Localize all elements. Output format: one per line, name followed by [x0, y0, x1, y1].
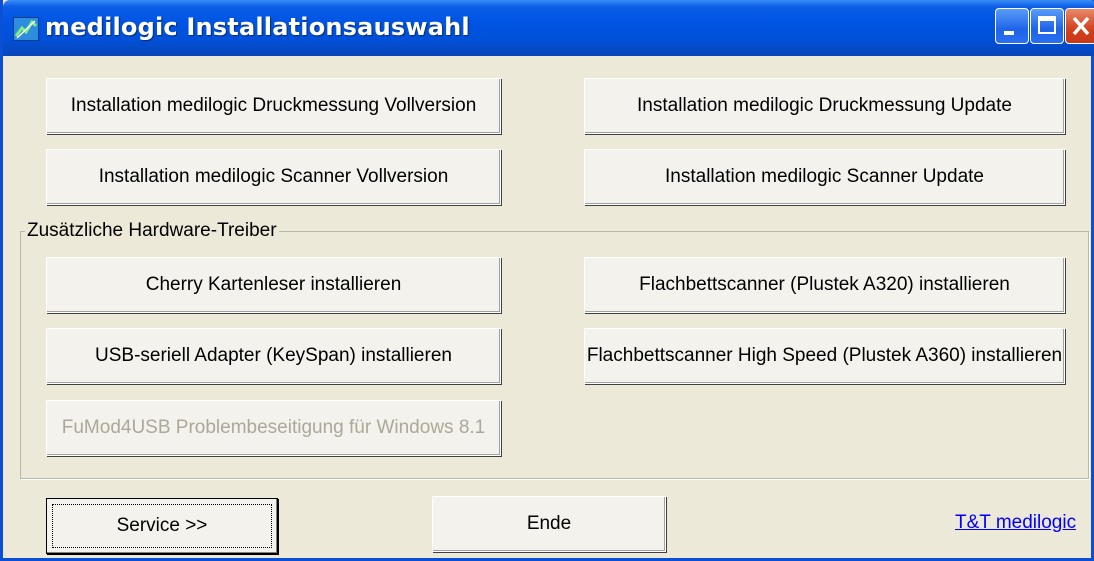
button-label: Installation medilogic Druckmessung Upda…	[637, 95, 1012, 116]
focus-ring	[52, 504, 272, 548]
group-label: Zusätzliche Hardware-Treiber	[25, 220, 279, 242]
title-bar[interactable]: medilogic Installationsauswahl	[3, 0, 1094, 56]
install-scanner-update-button[interactable]: Installation medilogic Scanner Update	[584, 149, 1065, 205]
button-label: Flachbettscanner (Plustek A320) installi…	[639, 274, 1010, 295]
installer-window: medilogic Installationsauswahl Installat…	[0, 0, 1094, 561]
minimize-button[interactable]	[995, 8, 1029, 44]
button-label: Installation medilogic Druckmessung Voll…	[70, 95, 477, 116]
install-druckmessung-full-button[interactable]: Installation medilogic Druckmessung Voll…	[46, 78, 501, 134]
button-label: Ende	[526, 513, 572, 534]
button-label: Installation medilogic Scanner Vollversi…	[98, 166, 449, 187]
button-label: FuMod4USB Problembeseitigung für Windows…	[61, 417, 486, 438]
close-button[interactable]	[1065, 8, 1094, 44]
install-keyspan-adapter-button[interactable]: USB-seriell Adapter (KeySpan) installier…	[46, 328, 501, 384]
window-title: medilogic Installationsauswahl	[45, 13, 470, 41]
service-button[interactable]: Service >>	[46, 498, 278, 554]
button-label: Cherry Kartenleser installieren	[145, 274, 402, 295]
fumod4usb-fix-button: FuMod4USB Problembeseitigung für Windows…	[46, 400, 501, 456]
install-druckmessung-update-button[interactable]: Installation medilogic Druckmessung Upda…	[584, 78, 1065, 134]
minimize-icon	[1004, 31, 1014, 35]
install-plustek-a320-button[interactable]: Flachbettscanner (Plustek A320) installi…	[584, 257, 1065, 313]
button-label: Flachbettscanner High Speed (Plustek A36…	[586, 345, 1063, 366]
tt-medilogic-link[interactable]: T&T medilogic	[955, 512, 1076, 534]
install-scanner-full-button[interactable]: Installation medilogic Scanner Vollversi…	[46, 149, 501, 205]
close-icon	[1072, 16, 1090, 36]
install-plustek-a360-button[interactable]: Flachbettscanner High Speed (Plustek A36…	[584, 328, 1065, 384]
install-cherry-card-reader-button[interactable]: Cherry Kartenleser installieren	[46, 257, 501, 313]
ende-button[interactable]: Ende	[432, 496, 666, 552]
maximize-icon	[1038, 16, 1056, 34]
maximize-button[interactable]	[1030, 8, 1064, 44]
app-icon[interactable]	[13, 17, 39, 41]
button-label: Installation medilogic Scanner Update	[665, 166, 984, 187]
button-label: USB-seriell Adapter (KeySpan) installier…	[95, 345, 452, 366]
